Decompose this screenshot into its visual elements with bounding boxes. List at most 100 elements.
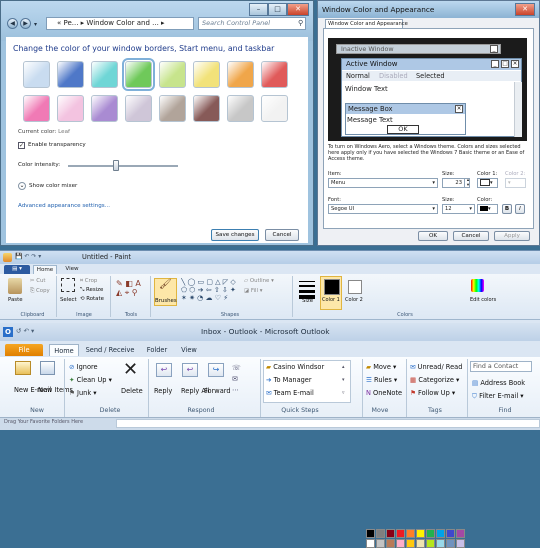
save-changes-button[interactable]: Save changes [211,229,259,241]
outlook-tab[interactable]: Send / Receive [84,344,136,356]
outlook-quick-access-icons[interactable]: ↺ ↶ ▾ [16,327,34,335]
transparency-checkbox[interactable]: ✓ [18,142,25,149]
more-respond-icons[interactable]: ☏ ✉ ⋯ [232,363,241,396]
dialog-cancel-button[interactable]: Cancel [453,231,489,241]
color-swatch[interactable] [227,61,254,88]
paste-button[interactable]: Paste [8,297,23,303]
rules-button[interactable]: ☰ Rules ▾ [366,376,397,384]
filter-email-button[interactable]: ⛉ Filter E-mail ▾ [472,392,524,401]
color-swatch[interactable] [125,95,152,122]
palette-color[interactable] [376,539,385,548]
tools-icons[interactable]: ✎ ◧ A ◭ ⌖ ⚲ [116,279,141,297]
font-size-select[interactable]: 12 ▾ [442,204,475,214]
intensity-slider-thumb[interactable] [113,160,119,171]
palette-color[interactable] [436,539,445,548]
outline-button[interactable]: ▱ Outline ▾ [244,278,274,284]
color-swatch[interactable] [57,95,84,122]
new-items-button[interactable]: New Items [38,386,73,395]
color-swatch[interactable] [23,61,50,88]
paint-tab-view[interactable]: View [60,265,84,274]
forward-button[interactable]: Forward [204,387,231,395]
italic-button[interactable]: I [515,204,525,214]
palette-color[interactable] [366,539,375,548]
select-button[interactable]: Select [60,297,77,303]
reply-all-button[interactable]: Reply All [181,387,210,396]
color2-swatch[interactable] [348,280,362,294]
reply-button[interactable]: Reply [154,387,172,395]
outlook-tab[interactable]: Folder [142,344,172,356]
paint-tab-home[interactable]: Home [33,265,57,274]
palette-color[interactable] [426,529,435,538]
palette-color[interactable] [406,539,415,548]
color-swatch[interactable] [57,61,84,88]
quick-access-icons[interactable]: 💾 ↶ ↷ ▾ [15,253,41,260]
instant-search-bar[interactable] [116,419,540,428]
close-button[interactable]: ✕ [287,3,309,16]
font-select[interactable]: Segoe UI ▾ [328,204,438,214]
palette-color[interactable] [386,529,395,538]
item-select[interactable]: Menu ▾ [328,178,438,188]
dialog-close-button[interactable]: ✕ [515,3,535,16]
forward-icon[interactable]: ↪ [208,363,224,377]
outlook-tab[interactable]: View [177,344,201,356]
quick-step-manager[interactable]: ➔ To Manager [266,376,312,384]
item-size-spinner[interactable]: ▴ ▾ [464,178,471,188]
color-swatch[interactable] [159,61,186,88]
new-email-icon[interactable] [15,361,31,375]
quick-step-casino[interactable]: ▰ Casino Windsor [266,363,324,371]
palette-color[interactable] [456,539,465,548]
palette-color[interactable] [416,539,425,548]
color-mixer-toggle[interactable]: Show color mixer [29,183,77,189]
onenote-button[interactable]: N OneNote [366,389,402,397]
color-swatch[interactable] [91,61,118,88]
expand-chevron-icon[interactable]: ⌄ [18,182,26,190]
palette-color[interactable] [416,529,425,538]
new-email-button[interactable]: New E-mail [14,386,51,395]
junk-button[interactable]: ⚑ Junk ▾ [69,389,97,397]
shapes-gallery[interactable]: ╲ ◯ ▭ ▢ △ ◸ ◇ ⬠ ⬡ ➔ ⇦ ⇧ ⇩ ✦ ✶ ✷ ◔ ☁ ♡ ⚡ [181,278,241,309]
address-bar[interactable]: « Pe... ▸ Window Color and ... ▸ [46,17,194,30]
color-swatch[interactable] [159,95,186,122]
quick-step-team[interactable]: ✉ Team E-mail [266,389,314,397]
color-swatch[interactable] [227,95,254,122]
color-swatch[interactable] [261,61,288,88]
fill-button[interactable]: ◪ Fill ▾ [244,288,262,294]
outlook-tab[interactable]: Home [49,344,79,356]
minimize-button[interactable]: – [249,3,268,16]
cancel-button[interactable]: Cancel [265,229,299,241]
reply-all-icon[interactable]: ↩ [182,363,198,377]
edit-colors-button[interactable]: Edit colors [470,297,496,303]
reply-icon[interactable]: ↩ [156,363,172,377]
address-book-button[interactable]: ▤ Address Book [472,379,525,387]
palette-color[interactable] [386,539,395,548]
color-swatch[interactable] [193,95,220,122]
bold-button[interactable]: B [502,204,512,214]
move-button[interactable]: ▰ Move ▾ [366,363,396,371]
search-input[interactable]: Search Control Panel [198,17,306,30]
intensity-slider-track[interactable] [68,165,178,167]
back-button[interactable]: ◀ [7,18,18,29]
palette-color[interactable] [366,529,375,538]
crop-button[interactable]: ⌗ Crop [80,278,97,285]
ok-button[interactable]: OK [418,231,448,241]
palette-color[interactable] [436,529,445,538]
edit-colors-icon[interactable] [471,279,484,292]
color-swatch[interactable] [122,58,155,91]
color-swatch[interactable] [91,95,118,122]
copy-button[interactable]: ⎘ Copy [30,288,50,295]
palette-color[interactable] [456,529,465,538]
select-icon[interactable] [61,278,75,292]
new-items-icon[interactable] [40,361,55,375]
color-swatch[interactable] [193,61,220,88]
delete-button[interactable]: Delete [121,387,143,395]
palette-color[interactable] [376,529,385,538]
forward-button[interactable]: ▶ [20,18,31,29]
maximize-button[interactable]: □ [268,3,287,16]
paste-icon[interactable] [8,278,22,294]
palette-color[interactable] [396,529,405,538]
follow-up-button[interactable]: ⚑ Follow Up ▾ [410,389,455,397]
font-color-picker[interactable]: ▾ [477,204,498,214]
palette-color[interactable] [446,539,455,548]
resize-button[interactable]: ⤡ Resize [80,287,103,294]
palette-color[interactable] [406,529,415,538]
